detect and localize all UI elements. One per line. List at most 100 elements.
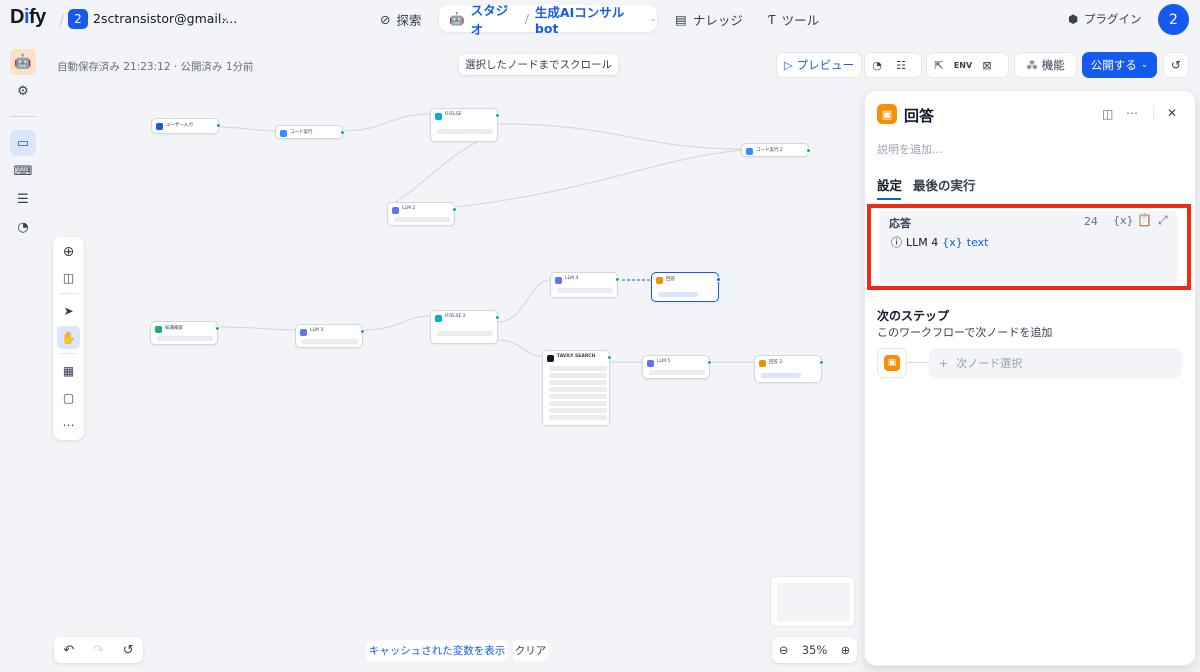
node-param	[549, 394, 607, 399]
node-variable-chip	[761, 373, 801, 378]
node-handle[interactable]	[215, 326, 220, 331]
preview-button[interactable]: ▷ プレビュー	[776, 52, 862, 78]
node-handle[interactable]	[806, 148, 811, 153]
features-icon: ⁂	[1026, 58, 1038, 72]
node-handle[interactable]	[615, 277, 620, 282]
node-title: ユーザー入力	[166, 123, 193, 128]
history-icon[interactable]: ↺	[123, 643, 134, 658]
node-ifelse-1[interactable]: IF/ELSE	[430, 108, 500, 142]
zoom-controls: ⊖ 35% ⊕	[772, 637, 857, 663]
node-ifelse-2[interactable]: IF/ELSE 2	[430, 310, 500, 344]
node-dataset	[157, 336, 213, 341]
node-icon	[156, 123, 163, 130]
node-param	[549, 415, 607, 420]
node-icon	[746, 148, 753, 155]
preview-label: プレビュー	[796, 58, 855, 72]
features-button[interactable]: ⁂ 機能	[1014, 52, 1077, 78]
next-node-select[interactable]: + 次ノード選択	[929, 348, 1182, 378]
export-icon[interactable]: ⇱	[927, 53, 951, 77]
node-handle[interactable]	[716, 277, 721, 282]
node-title: IF/ELSE 2	[445, 314, 466, 319]
node-model	[557, 288, 613, 293]
zoom-in-icon[interactable]: ⊕	[841, 643, 851, 657]
undo-redo-group: ↶ ↷ ↺	[54, 637, 143, 663]
node-handle[interactable]	[340, 130, 345, 135]
close-icon[interactable]: ✕	[1167, 106, 1177, 120]
features-label: 機能	[1041, 58, 1065, 72]
node-code[interactable]: コード実行	[275, 125, 345, 139]
node-title: TAVILY SEARCH	[557, 354, 596, 359]
pointer-icon[interactable]: ➤	[57, 299, 80, 322]
node-handle[interactable]	[495, 113, 500, 118]
add-note-icon[interactable]: ◫	[57, 266, 80, 289]
node-title: LLM 2	[402, 206, 416, 211]
palette-divider	[59, 293, 78, 294]
node-handle[interactable]	[819, 360, 824, 365]
panel-header-divider	[1153, 106, 1154, 120]
checklist-icon[interactable]: ☷	[889, 53, 913, 77]
node-model	[394, 217, 450, 222]
env-variables-icon[interactable]: ENV	[951, 53, 975, 77]
node-title: LLM 5	[657, 359, 671, 364]
node-answer-selected[interactable]: 回答	[651, 272, 721, 302]
split-view-icon[interactable]: ◫	[1102, 107, 1113, 121]
node-title: IF/ELSE	[445, 112, 462, 117]
env-tools-group: ⇱ ENV ⊠	[926, 52, 1009, 78]
history-icon: ↺	[1170, 58, 1182, 72]
redo-icon[interactable]: ↷	[93, 643, 104, 658]
node-handle[interactable]	[360, 329, 365, 334]
node-icon	[435, 113, 442, 120]
plus-icon: +	[939, 356, 949, 370]
node-icon	[155, 326, 162, 333]
tab-active-indicator	[877, 198, 901, 200]
node-param	[549, 387, 607, 392]
node-title: コード実行 2	[756, 148, 783, 153]
node-icon	[300, 329, 307, 336]
canvas-tool-palette: ⊕ ◫ ➤ ✋ ▦ ▢ ⋯	[53, 237, 84, 440]
node-llm-3[interactable]: LLM 3	[295, 324, 365, 348]
node-llm-4[interactable]: LLM 4	[550, 272, 620, 298]
node-answer-2[interactable]: 回答 2	[754, 355, 824, 383]
panel-title[interactable]: 回答	[904, 105, 934, 126]
tab-last-run[interactable]: 最後の実行	[913, 175, 976, 194]
add-node-icon[interactable]: ⊕	[57, 240, 80, 263]
conversation-variables-icon[interactable]: ⊠	[975, 53, 999, 77]
node-condition	[437, 129, 493, 134]
node-handle[interactable]	[216, 123, 221, 128]
node-code-2[interactable]: コード実行 2	[741, 143, 811, 157]
clear-button[interactable]: クリア	[513, 640, 548, 661]
more-icon[interactable]: ⋯	[1126, 106, 1138, 120]
description-input[interactable]: 説明を追加...	[877, 141, 943, 157]
node-handle[interactable]	[607, 355, 612, 360]
answer-node-icon: ▣	[884, 355, 900, 371]
node-tavily-search[interactable]: TAVILY SEARCH	[542, 350, 612, 426]
node-title: 回答	[666, 277, 675, 282]
node-start[interactable]: ユーザー入力	[151, 118, 221, 134]
node-llm-5[interactable]: LLM 5	[642, 355, 712, 379]
zoom-out-icon[interactable]: ⊖	[779, 643, 789, 657]
connector-line	[907, 362, 929, 363]
node-handle[interactable]	[495, 315, 500, 320]
version-history-button[interactable]: ↺	[1163, 52, 1189, 78]
publish-button[interactable]: 公開する ⌄	[1082, 52, 1157, 78]
next-node-select-label: 次ノード選択	[956, 357, 1023, 370]
run-history-icon[interactable]: ◔	[865, 53, 889, 77]
node-llm-2[interactable]: LLM 2	[387, 202, 457, 226]
undo-icon[interactable]: ↶	[63, 643, 74, 658]
minimap[interactable]	[770, 576, 855, 627]
node-icon	[759, 360, 766, 367]
organize-blocks-icon[interactable]: ▦	[57, 359, 80, 382]
more-icon[interactable]: ⋯	[57, 413, 80, 436]
node-knowledge-retrieval[interactable]: 知識検索	[150, 321, 220, 345]
answer-node-icon: ▣	[877, 104, 897, 124]
node-variable-chip	[658, 292, 698, 297]
node-param	[549, 366, 607, 371]
node-handle[interactable]	[452, 207, 457, 212]
hand-icon[interactable]: ✋	[57, 326, 80, 349]
show-cached-variables-button[interactable]: キャッシュされた変数を表示	[366, 640, 508, 661]
node-model	[649, 370, 705, 375]
minimap-toggle-icon[interactable]: ▢	[57, 386, 80, 409]
tab-settings[interactable]: 設定	[877, 175, 902, 194]
zoom-level[interactable]: 35%	[802, 643, 828, 657]
node-handle[interactable]	[707, 360, 712, 365]
